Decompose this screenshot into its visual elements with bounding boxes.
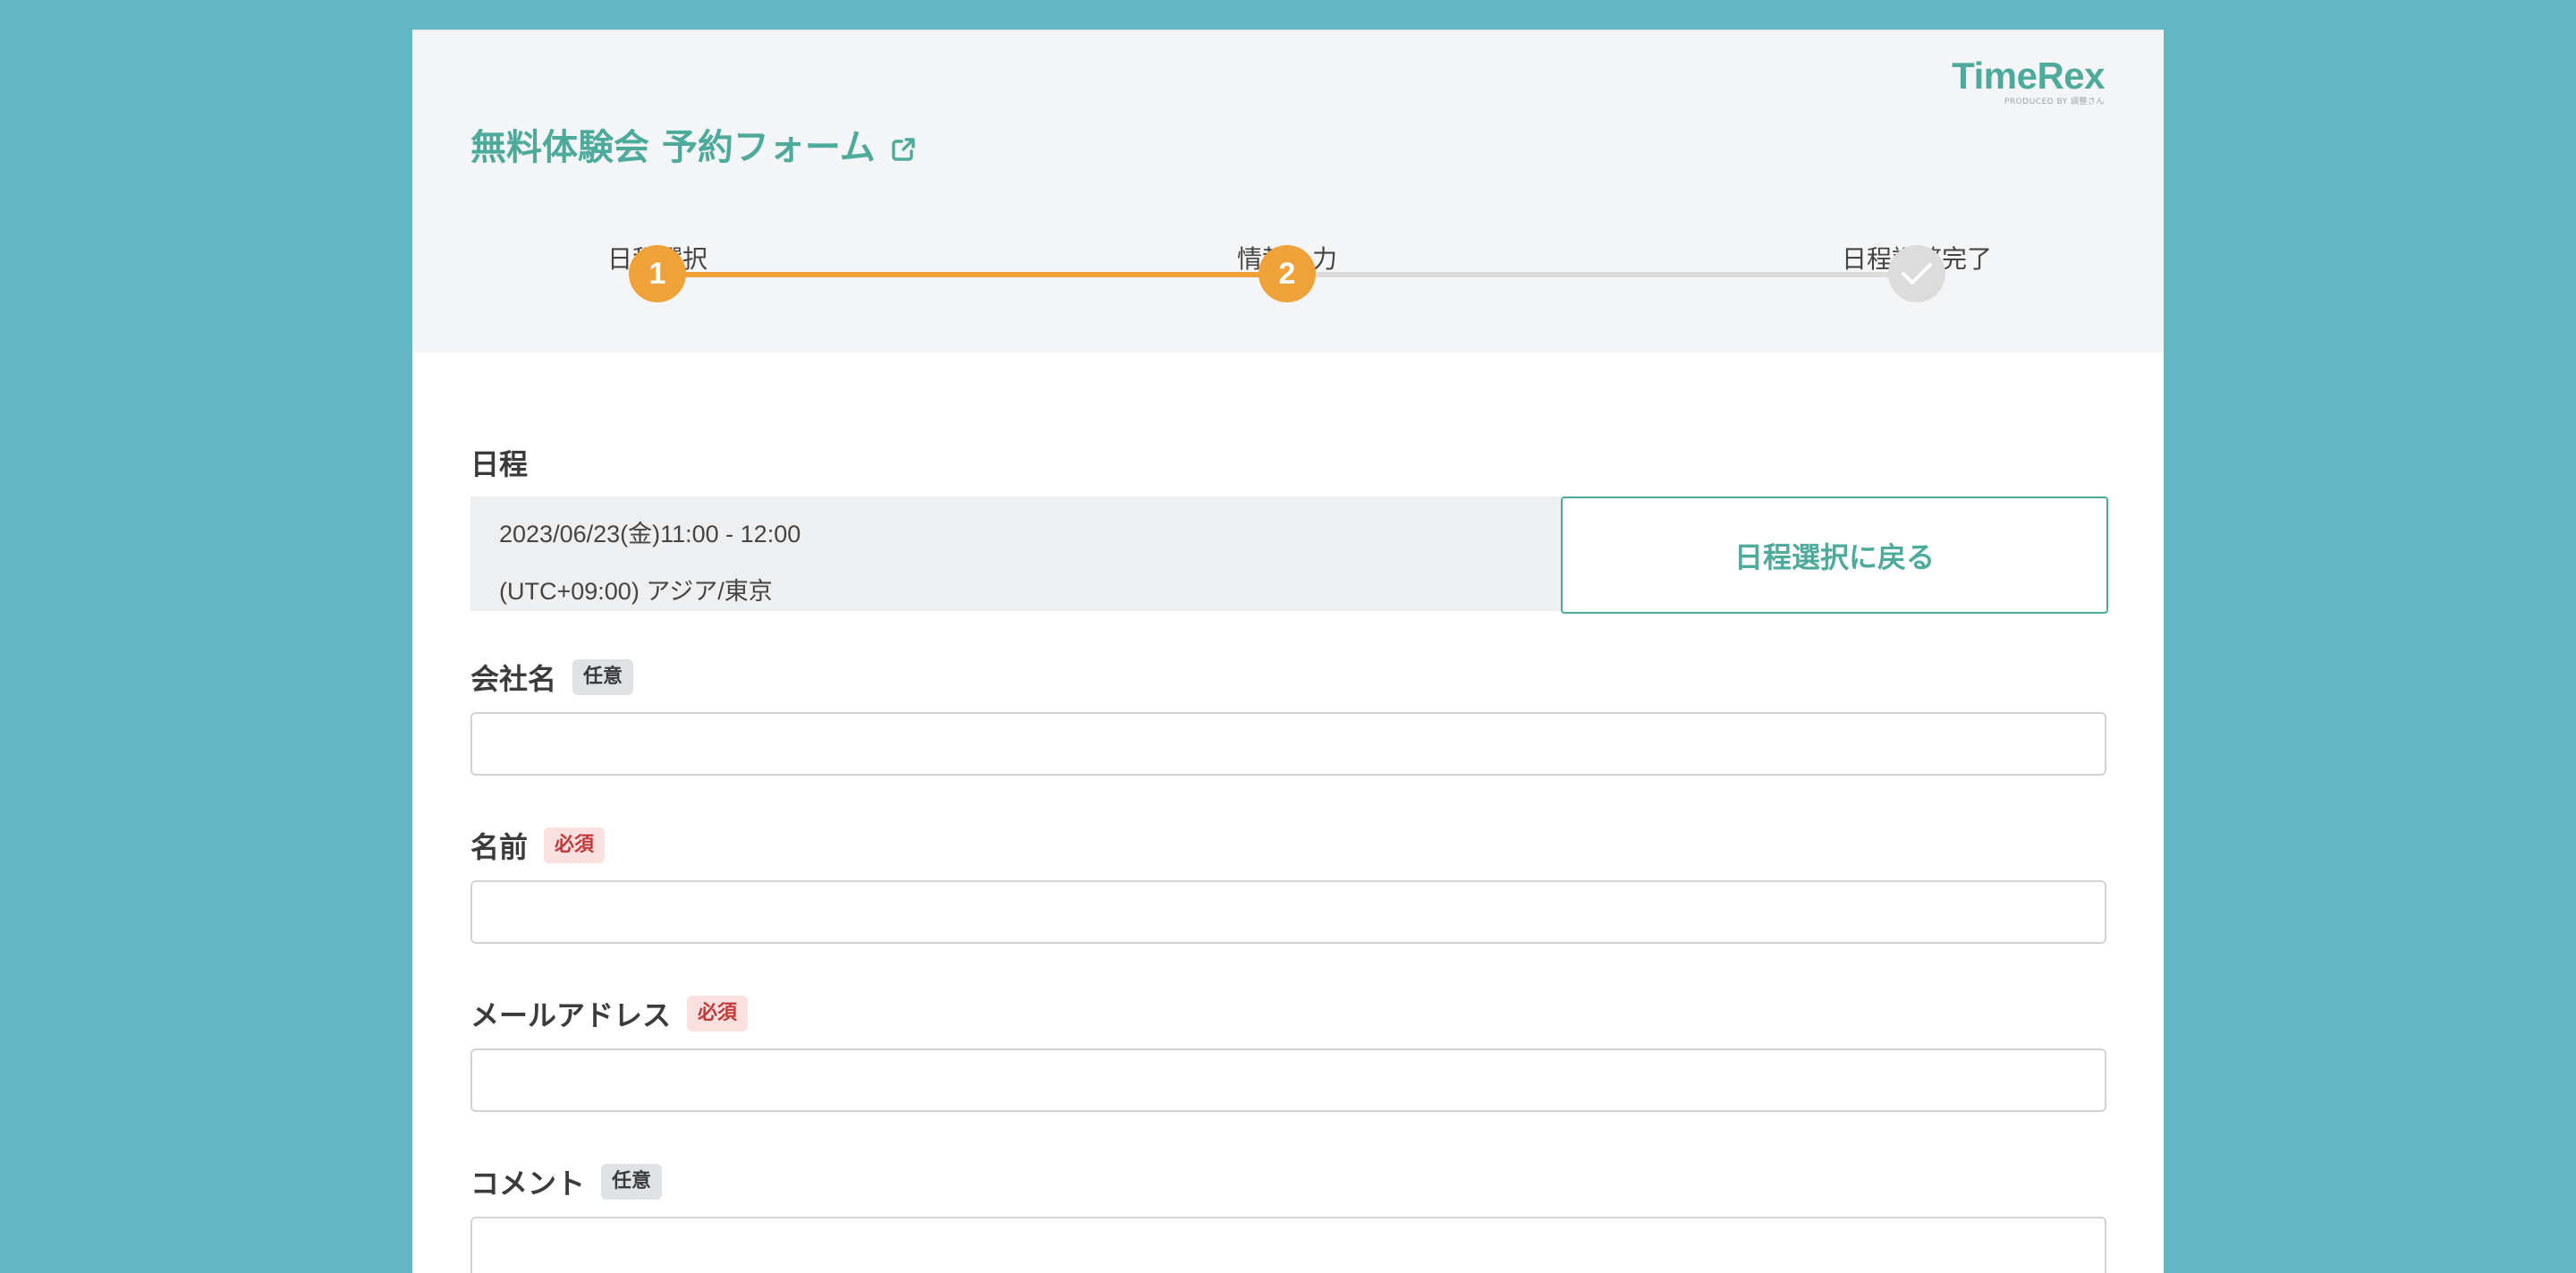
schedule-label: 日程 [470, 442, 528, 483]
company-label-text: 会社名 [470, 662, 557, 696]
booking-card: TimeRex PRODUCED BY 調整さん 無料体験会 予約フォーム 日程… [412, 30, 2164, 1273]
schedule-timezone: (UTC+09:00) アジア/東京 [499, 578, 773, 605]
schedule-label-text: 日程 [470, 447, 529, 481]
required-badge: 必須 [544, 827, 606, 863]
email-input[interactable] [470, 1048, 2106, 1112]
name-label: 名前 必須 [470, 825, 606, 866]
schedule-datetime: 2023/06/23(金)11:00 - 12:00 [499, 521, 801, 547]
step-3-marker [1888, 245, 1945, 302]
optional-badge: 任意 [572, 659, 634, 695]
company-label: 会社名 任意 [470, 657, 634, 698]
schedule-summary: 2023/06/23(金)11:00 - 12:00 (UTC+09:00) ア… [470, 496, 1561, 611]
progress-stepper: 日程選択 1 情報入力 2 日程調整完了 [412, 30, 2164, 352]
company-input[interactable] [470, 712, 2106, 776]
step-2-marker: 2 [1258, 245, 1316, 302]
form-header: TimeRex PRODUCED BY 調整さん 無料体験会 予約フォーム 日程… [412, 30, 2164, 352]
email-label-text: メールアドレス [470, 998, 672, 1032]
optional-badge: 任意 [601, 1164, 663, 1200]
name-label-text: 名前 [470, 830, 529, 864]
back-to-date-selection-button[interactable]: 日程選択に戻る [1561, 496, 2108, 614]
comment-label-text: コメント [470, 1167, 586, 1201]
name-input[interactable] [470, 880, 2106, 944]
comment-textarea[interactable] [470, 1217, 2106, 1273]
check-icon [1902, 263, 1932, 284]
email-label: メールアドレス 必須 [470, 993, 749, 1034]
step-1-marker: 1 [629, 245, 686, 302]
comment-label: コメント 任意 [470, 1161, 663, 1202]
required-badge: 必須 [687, 996, 749, 1031]
